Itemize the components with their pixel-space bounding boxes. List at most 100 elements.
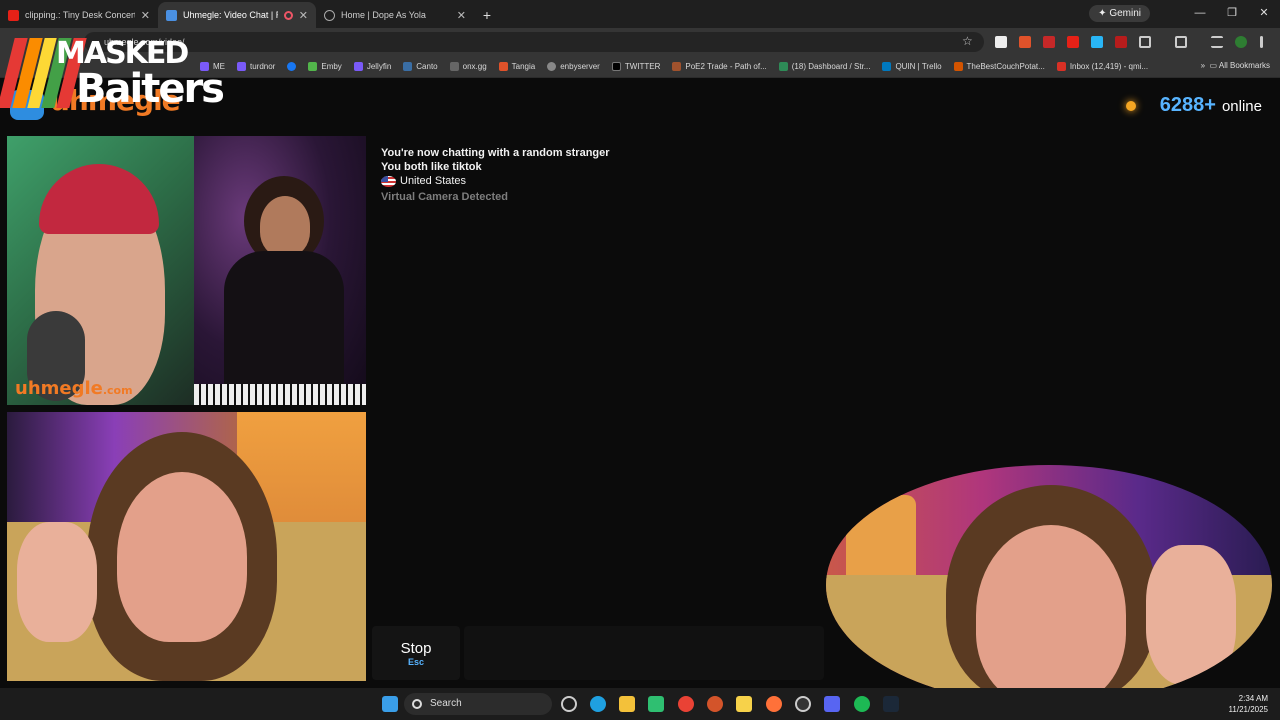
bookmark-item[interactable]: QUIN | Trello bbox=[882, 62, 942, 71]
new-tab-button[interactable]: + bbox=[474, 2, 500, 28]
windows-taskbar: Search 2:34 AM 11/21/2025 bbox=[0, 688, 1280, 720]
bookmark-label: TWITTER bbox=[624, 62, 661, 71]
gemini-button[interactable]: ✦ Gemini bbox=[1089, 5, 1150, 22]
bookmark-item[interactable]: Canto bbox=[403, 62, 438, 71]
extensions-puzzle-icon[interactable] bbox=[1139, 36, 1151, 48]
youtube-extension-icon[interactable] bbox=[1067, 36, 1079, 48]
tab-title: Home | Dope As Yola bbox=[341, 10, 426, 20]
edge-icon[interactable] bbox=[590, 696, 606, 712]
clock-time: 2:34 AM bbox=[1238, 694, 1268, 703]
menu-kebab-icon[interactable] bbox=[1260, 36, 1263, 48]
bookmark-item[interactable]: Jellyfin bbox=[353, 62, 391, 71]
close-tab-icon[interactable]: ✕ bbox=[141, 9, 150, 22]
bookmark-item[interactable]: Tangia bbox=[498, 62, 535, 71]
youtube-icon bbox=[8, 9, 19, 21]
theme-toggle-icon[interactable] bbox=[1125, 101, 1136, 111]
bookmark-icon bbox=[353, 62, 363, 71]
bookmark-item[interactable]: enbyserver bbox=[547, 62, 600, 71]
taskbar-search[interactable]: Search bbox=[404, 693, 552, 715]
recording-icon bbox=[283, 10, 293, 20]
bookmark-item[interactable]: Inbox (12,419) - qmi... bbox=[1056, 62, 1148, 71]
person-face bbox=[117, 472, 247, 642]
person-face bbox=[260, 196, 310, 256]
all-bookmarks-button[interactable]: » ▭ All Bookmarks bbox=[1201, 61, 1270, 70]
maximize-button[interactable]: ❐ bbox=[1216, 0, 1248, 26]
media-control-icon[interactable] bbox=[1211, 36, 1223, 48]
self-video bbox=[7, 412, 366, 681]
steam-icon[interactable] bbox=[883, 696, 899, 712]
country-line: United States bbox=[381, 174, 466, 188]
us-flag-icon bbox=[381, 175, 396, 187]
watermark-suffix: .com bbox=[102, 384, 133, 397]
virtual-camera-notice: Virtual Camera Detected bbox=[381, 191, 508, 203]
firefox-icon[interactable] bbox=[766, 696, 782, 712]
globe-icon bbox=[547, 62, 557, 71]
bookmark-star-icon[interactable]: ☆ bbox=[962, 34, 973, 48]
search-icon bbox=[412, 699, 422, 709]
fox-extension-icon[interactable] bbox=[1019, 36, 1031, 48]
window-controls: — ❐ ✕ bbox=[1184, 0, 1280, 26]
kagi-extension-icon[interactable] bbox=[995, 36, 1007, 48]
bookmark-label: Emby bbox=[321, 62, 342, 71]
bookmark-label: enbyserver bbox=[560, 62, 600, 71]
tab-uhmegle[interactable]: Uhmegle: Video Chat | Rand ✕ bbox=[158, 2, 316, 28]
bookmark-item[interactable]: PoE2 Trade - Path of... bbox=[672, 62, 767, 71]
system-clock[interactable]: 2:34 AM 11/21/2025 bbox=[1229, 693, 1268, 715]
bookmark-icon bbox=[308, 62, 318, 71]
stop-hint: Esc bbox=[407, 657, 424, 667]
chat-input[interactable] bbox=[464, 626, 824, 680]
browser-window: clipping.: Tiny Desk Concert - Y ✕ Uhmeg… bbox=[0, 0, 1280, 720]
shield-extension-icon[interactable] bbox=[1043, 36, 1055, 48]
tab-search-icon[interactable] bbox=[1175, 36, 1187, 48]
bookmark-item[interactable]: Emby bbox=[308, 62, 342, 71]
system-message: You're now chatting with a random strang… bbox=[381, 147, 610, 159]
online-counter: 6288+ online bbox=[1125, 94, 1262, 117]
bookmark-item[interactable] bbox=[287, 62, 297, 71]
sticky-notes-icon[interactable] bbox=[736, 696, 752, 712]
bookmark-label: onx.gg bbox=[462, 62, 487, 71]
bookmark-label: TheBestCouchPotat... bbox=[966, 62, 1045, 71]
stranger-video: uhmegle.com bbox=[7, 136, 366, 405]
chrome-icon[interactable] bbox=[678, 696, 694, 712]
basketball-icon[interactable] bbox=[707, 696, 723, 712]
stop-button[interactable]: Stop Esc bbox=[372, 626, 460, 680]
seven-tv-extension-icon[interactable] bbox=[1091, 36, 1103, 48]
bookmark-icon bbox=[672, 62, 682, 71]
play-icon[interactable] bbox=[648, 696, 664, 712]
cap-shape bbox=[39, 164, 159, 234]
x-icon bbox=[611, 62, 621, 71]
bookmark-item[interactable]: onx.gg bbox=[449, 62, 487, 71]
bookmark-item[interactable]: TheBestCouchPotat... bbox=[953, 62, 1045, 71]
watermark-name: uhmegle bbox=[15, 378, 103, 399]
bookmark-item[interactable]: turdnor bbox=[237, 62, 275, 71]
webcam-overlay-video bbox=[826, 465, 1272, 705]
profile-avatar[interactable] bbox=[1235, 36, 1247, 48]
country-name: United States bbox=[400, 175, 467, 187]
close-tab-icon[interactable]: ✕ bbox=[457, 9, 466, 22]
stranger-feed-left bbox=[7, 136, 194, 405]
tab-dope-as-yola[interactable]: Home | Dope As Yola ✕ bbox=[316, 2, 474, 28]
spotify-icon[interactable] bbox=[854, 696, 870, 712]
bookmark-item[interactable]: (18) Dashboard / Str... bbox=[778, 62, 870, 71]
close-window-button[interactable]: ✕ bbox=[1248, 0, 1280, 26]
stop-label: Stop bbox=[400, 640, 432, 657]
discord-icon[interactable] bbox=[824, 696, 840, 712]
loading-icon bbox=[324, 9, 335, 21]
obs-icon[interactable] bbox=[795, 696, 811, 712]
online-label: online bbox=[1221, 98, 1262, 115]
bookmark-label: Canto bbox=[416, 62, 438, 71]
file-explorer-icon[interactable] bbox=[619, 696, 635, 712]
minimize-button[interactable]: — bbox=[1184, 0, 1216, 26]
uhmegle-favicon-icon bbox=[166, 9, 177, 21]
online-count: 6288+ bbox=[1159, 94, 1216, 116]
windows-start-icon[interactable] bbox=[382, 696, 398, 712]
ublock-extension-icon[interactable] bbox=[1115, 36, 1127, 48]
tab-title: clipping.: Tiny Desk Concert - Y bbox=[25, 10, 135, 20]
bookmark-icon bbox=[449, 62, 459, 71]
task-view-icon[interactable] bbox=[561, 696, 577, 712]
bookmark-icon bbox=[778, 62, 788, 71]
bookmark-label: PoE2 Trade - Path of... bbox=[685, 62, 767, 71]
bookmark-item[interactable]: TWITTER bbox=[611, 62, 661, 71]
tab-tiny-desk[interactable]: clipping.: Tiny Desk Concert - Y ✕ bbox=[0, 2, 158, 28]
close-tab-icon[interactable]: ✕ bbox=[299, 9, 308, 22]
